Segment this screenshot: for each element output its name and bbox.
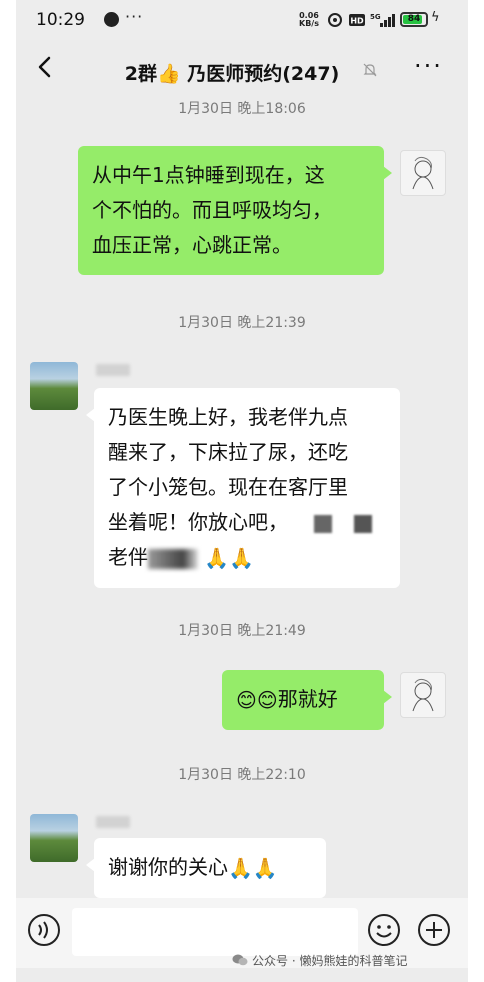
message-timestamp: 1月30日 晚上21:39	[178, 315, 306, 331]
incoming-message[interactable]: 乃医生晚上好，我老伴九点 醒来了，下床拉了尿，还吃 了个小笼包。现在在客厅里 坐…	[86, 388, 400, 588]
voice-icon[interactable]	[26, 912, 62, 948]
sketch-avatar-icon	[412, 156, 434, 190]
message-timestamp: 1月30日 晚上21:49	[178, 623, 306, 639]
message-line: 醒来了，下床拉了尿，还吃	[108, 440, 348, 464]
message-timestamp: 1月30日 晚上18:06	[178, 101, 306, 117]
message-line: 乃医生晚上好，我老伴九点	[108, 405, 348, 429]
notification-dot-icon	[104, 12, 119, 27]
pray-emoji: 🙏🙏	[228, 856, 278, 880]
my-avatar[interactable]	[400, 672, 446, 718]
hotspot-icon	[328, 13, 342, 27]
message-text: 那就好	[277, 687, 338, 711]
message-text: 老伴	[108, 545, 148, 569]
battery-level: 84	[407, 14, 421, 24]
message-text: 坐着呢！你放心吧，	[108, 510, 288, 534]
message-line: 血压正常，心跳正常。	[92, 233, 292, 257]
my-avatar[interactable]	[400, 150, 446, 196]
watermark-text: 公众号 · 懒妈熊娃的科普笔记	[252, 954, 408, 968]
network-speed: 0.06 KB/s	[299, 12, 319, 28]
message-line: 了个小笼包。现在在客厅里	[108, 475, 348, 499]
chat-title: 2群👍 乃医师预约(247)	[124, 63, 340, 85]
redacted-block	[148, 548, 198, 569]
message-line: 从中午1点钟睡到现在，这	[92, 163, 325, 187]
charging-icon: ϟ	[431, 10, 440, 25]
outgoing-message[interactable]: 😊😊那就好	[222, 670, 392, 730]
redacted-block	[314, 514, 332, 533]
sender-name-blurred	[96, 816, 130, 828]
message-line: 坐着呢！你放心吧，	[108, 505, 386, 540]
incoming-message[interactable]: 谢谢你的关心🙏🙏	[86, 838, 326, 898]
mute-bell-icon	[363, 63, 377, 77]
smile-emoji: 😊😊	[236, 688, 278, 712]
message-input[interactable]	[72, 908, 358, 956]
plus-icon[interactable]	[416, 912, 452, 948]
outgoing-message[interactable]: 从中午1点钟睡到现在，这 个不怕的。而且呼吸均匀， 血压正常，心跳正常。	[78, 146, 392, 275]
5g-signal-icon: 5G	[370, 13, 395, 27]
status-more-icon: ···	[125, 7, 144, 26]
contact-avatar[interactable]	[30, 362, 78, 410]
message-line: 老伴 🙏🙏	[108, 540, 386, 576]
message-line: 个不怕的。而且呼吸均匀，	[92, 198, 332, 222]
pray-emoji: 🙏🙏	[204, 546, 255, 570]
svg-text:HD: HD	[350, 17, 364, 26]
status-bar: 10:29 ··· 0.06 KB/s HD 5G 84 ϟ	[16, 0, 468, 40]
message-timestamp: 1月30日 晚上22:10	[178, 767, 306, 783]
network-speed-unit: KB/s	[299, 19, 319, 28]
sketch-avatar-icon	[412, 678, 434, 712]
more-menu-icon[interactable]: ···	[414, 52, 443, 80]
wechat-logo-icon	[232, 954, 248, 966]
chat-header: 2群👍 乃医师预约(247) ···	[16, 42, 468, 98]
svg-text:5G: 5G	[370, 13, 381, 21]
sender-name-blurred	[96, 364, 130, 376]
redacted-block	[354, 514, 372, 533]
contact-avatar[interactable]	[30, 814, 78, 862]
battery-icon: 84	[400, 12, 428, 27]
hd-icon: HD	[349, 14, 365, 26]
emoji-icon[interactable]	[366, 912, 402, 948]
status-time: 10:29	[36, 10, 85, 30]
chat-screen: 10:29 ··· 0.06 KB/s HD 5G 84 ϟ 2群👍 乃医师预约…	[16, 0, 468, 982]
message-text: 谢谢你的关心	[108, 855, 228, 879]
